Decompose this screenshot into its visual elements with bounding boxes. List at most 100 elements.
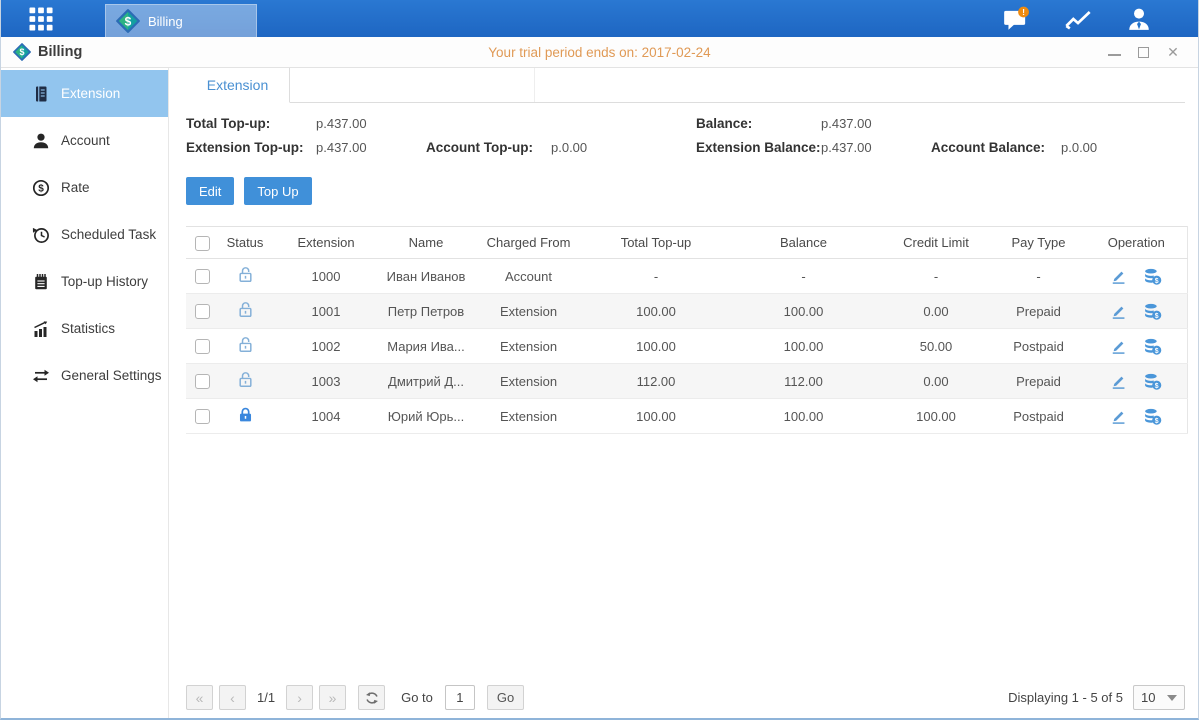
cell-total-topup: 100.00: [586, 399, 726, 434]
clock-history-icon: [32, 226, 50, 244]
edit-row-icon[interactable]: [1110, 408, 1127, 425]
sidebar-item-rate[interactable]: $ Rate: [1, 164, 168, 211]
window-titlebar: $ Billing Your trial period ends on: 201…: [1, 37, 1198, 68]
apps-grid-icon[interactable]: [19, 0, 63, 37]
table-row: 1002 Мария Ива... Extension 100.00 100.0…: [186, 329, 1187, 364]
status-lock-icon[interactable]: [237, 406, 254, 423]
svg-text:!: !: [1022, 7, 1025, 17]
maximize-button[interactable]: [1138, 47, 1149, 58]
svg-text:$: $: [1155, 312, 1159, 319]
statistics-chart-icon[interactable]: [1064, 7, 1092, 31]
trial-message: Your trial period ends on: 2017-02-24: [1, 45, 1198, 60]
topbar-right-icons: !: [1002, 6, 1198, 32]
status-lock-icon[interactable]: [237, 266, 254, 283]
top-up-row-icon[interactable]: $: [1143, 408, 1162, 425]
next-page-button[interactable]: ›: [286, 685, 313, 710]
top-up-row-icon[interactable]: $: [1143, 338, 1162, 355]
sidebar-item-extension[interactable]: Extension: [1, 70, 168, 117]
svg-text:$: $: [19, 47, 24, 57]
tab-extension[interactable]: Extension: [186, 68, 290, 103]
cell-total-topup: 100.00: [586, 294, 726, 329]
row-checkbox[interactable]: [195, 339, 210, 354]
row-checkbox[interactable]: [195, 269, 210, 284]
cell-balance: 100.00: [726, 329, 881, 364]
cell-credit-limit: 50.00: [881, 329, 991, 364]
sidebar-label: Account: [61, 133, 110, 148]
top-up-row-icon[interactable]: $: [1143, 303, 1162, 320]
action-buttons: Edit Top Up: [186, 177, 1185, 205]
sidebar-label: Statistics: [61, 321, 115, 336]
sidebar-item-scheduled-task[interactable]: Scheduled Task: [1, 211, 168, 258]
refresh-button[interactable]: [358, 685, 385, 710]
topbar-tab-label: Billing: [148, 14, 183, 29]
chevron-down-icon: [1167, 695, 1177, 701]
go-button[interactable]: Go: [487, 685, 524, 710]
cell-balance: 100.00: [726, 294, 881, 329]
top-up-row-icon[interactable]: $: [1143, 268, 1162, 285]
header-status: Status: [219, 227, 271, 259]
total-topup-value: p.437.00: [316, 116, 426, 131]
close-button[interactable]: ✕: [1166, 45, 1180, 59]
status-lock-icon[interactable]: [237, 371, 254, 388]
minimize-button[interactable]: [1108, 48, 1121, 56]
sidebar-item-statistics[interactable]: Statistics: [1, 305, 168, 352]
billing-diamond-icon-small: $: [13, 43, 31, 61]
balance-label: Balance:: [696, 116, 821, 131]
sidebar-item-general-settings[interactable]: General Settings: [1, 352, 168, 399]
pager-right: Displaying 1 - 5 of 5 10: [1008, 685, 1185, 710]
user-icon[interactable]: [1126, 7, 1152, 31]
sidebar-label: General Settings: [61, 368, 162, 383]
messages-icon[interactable]: !: [1002, 6, 1030, 32]
edit-row-icon[interactable]: [1110, 338, 1127, 355]
cell-total-topup: 112.00: [586, 364, 726, 399]
goto-page-input[interactable]: [445, 685, 475, 710]
row-checkbox[interactable]: [195, 409, 210, 424]
edit-button[interactable]: Edit: [186, 177, 234, 205]
page-size-select[interactable]: 10: [1133, 685, 1185, 710]
cell-extension: 1004: [271, 399, 381, 434]
sidebar-item-account[interactable]: Account: [1, 117, 168, 164]
table-row: 1003 Дмитрий Д... Extension 112.00 112.0…: [186, 364, 1187, 399]
last-page-button[interactable]: »: [319, 685, 346, 710]
window-title-group: $ Billing: [1, 43, 82, 61]
sidebar-label: Top-up History: [61, 274, 148, 289]
sidebar-item-topup-history[interactable]: Top-up History: [1, 258, 168, 305]
account-balance-label: Account Balance:: [931, 140, 1061, 155]
cell-extension: 1002: [271, 329, 381, 364]
status-lock-icon[interactable]: [237, 336, 254, 353]
edit-row-icon[interactable]: [1110, 303, 1127, 320]
edit-row-icon[interactable]: [1110, 373, 1127, 390]
header-name: Name: [381, 227, 471, 259]
cell-name: Петр Петров: [381, 294, 471, 329]
top-up-row-icon[interactable]: $: [1143, 373, 1162, 390]
extensions-table: Status Extension Name Charged From Total…: [186, 226, 1188, 434]
main-panel: Extension Total Top-up: p.437.00 Balance…: [169, 68, 1198, 718]
sidebar-label: Scheduled Task: [61, 227, 156, 242]
row-checkbox[interactable]: [195, 374, 210, 389]
top-up-button[interactable]: Top Up: [244, 177, 311, 205]
extension-balance-label: Extension Balance:: [696, 140, 821, 155]
header-total-topup: Total Top-up: [586, 227, 726, 259]
cell-credit-limit: 0.00: [881, 364, 991, 399]
extension-topup-label: Extension Top-up:: [186, 140, 316, 155]
svg-text:$: $: [1155, 347, 1159, 354]
status-lock-icon[interactable]: [237, 301, 254, 318]
select-all-checkbox[interactable]: [195, 236, 210, 251]
edit-row-icon[interactable]: [1110, 268, 1127, 285]
topbar-tab-billing[interactable]: $ Billing: [105, 4, 257, 37]
header-extension: Extension: [271, 227, 381, 259]
prev-page-button[interactable]: ‹: [219, 685, 246, 710]
pager-controls: « ‹ 1/1 › »: [186, 685, 524, 710]
page-size-value: 10: [1141, 690, 1155, 705]
first-page-button[interactable]: «: [186, 685, 213, 710]
header-credit-limit: Credit Limit: [881, 227, 991, 259]
row-checkbox[interactable]: [195, 304, 210, 319]
cell-charged-from: Extension: [471, 329, 586, 364]
cell-pay-type: Prepaid: [991, 294, 1086, 329]
swap-arrows-icon: [32, 367, 50, 385]
cell-credit-limit: -: [881, 259, 991, 294]
page-indicator: 1/1: [252, 690, 280, 705]
pagination-bar: « ‹ 1/1 › »: [186, 685, 1185, 710]
account-balance-value: p.0.00: [1061, 140, 1185, 155]
svg-text:$: $: [1155, 277, 1159, 284]
